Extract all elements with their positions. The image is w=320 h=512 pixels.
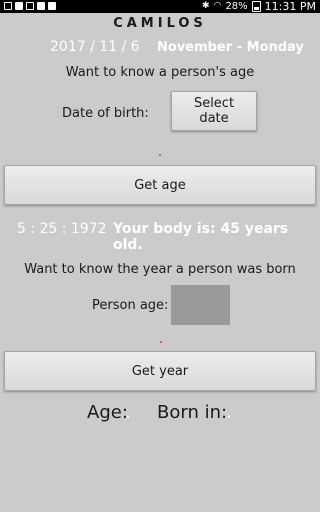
summary-age-value: . — [125, 402, 131, 423]
notification-icons — [4, 2, 56, 10]
age-result-row: 5 : 25 : 1972 Your body is: 45 years old… — [0, 221, 320, 253]
bluetooth-icon: ✱ — [202, 1, 210, 11]
battery-icon — [251, 1, 261, 12]
clock: 11:31 PM — [264, 0, 316, 13]
current-date-row: 2017 / 11 / 6 November - Monday — [0, 39, 320, 61]
image-notification-icon — [4, 2, 12, 10]
battery-percent: 28% — [225, 1, 248, 12]
app-title: CAMILOS — [113, 16, 207, 31]
gallery-notification-icon — [26, 2, 34, 10]
get-year-button[interactable]: Get year — [4, 351, 316, 391]
age-result-text: Your body is: 45 years old. — [113, 221, 289, 253]
app-notification-icon — [15, 2, 23, 10]
date-of-birth-label: Date of birth: — [62, 106, 149, 121]
person-age-label: Person age: — [92, 298, 169, 313]
current-date-numeric: 2017 / 11 / 6 — [50, 39, 140, 55]
summary-row: Age: . Born in: . — [0, 402, 320, 426]
get-age-button[interactable]: Get age — [4, 165, 316, 205]
system-status: ✱ ◠ 28% 11:31 PM — [202, 0, 316, 13]
current-month-day: November - Monday — [157, 40, 304, 55]
birth-date-result: 5 : 25 : 1972 — [17, 221, 107, 237]
summary-born-label: Born in: — [157, 402, 228, 423]
status-bar: ✱ ◠ 28% 11:31 PM — [0, 0, 320, 13]
year-question-heading: Want to know the year a person was born — [24, 262, 296, 277]
summary-born-value: . — [226, 402, 232, 423]
download-notification-icon — [48, 2, 56, 10]
message-notification-icon — [37, 2, 45, 10]
status-dot — [159, 154, 161, 156]
status-dot — [160, 341, 162, 343]
person-age-input[interactable] — [171, 285, 230, 325]
age-question-heading: Want to know a person's age — [65, 65, 255, 80]
wifi-icon: ◠ — [213, 1, 222, 11]
summary-age-label: Age: — [87, 402, 128, 423]
select-date-button[interactable]: Select date — [171, 91, 257, 131]
